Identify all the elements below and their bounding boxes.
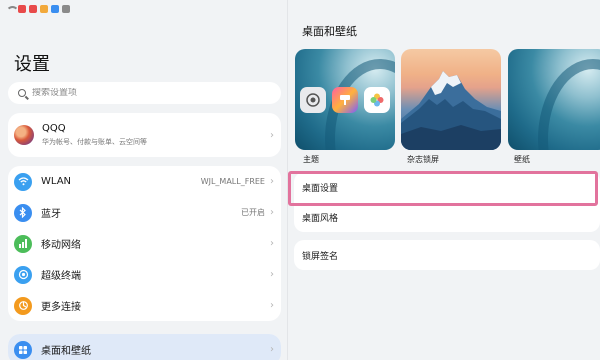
section-title: 桌面和壁纸 xyxy=(302,25,357,38)
sidebar-item-label: 桌面和壁纸 xyxy=(41,346,91,357)
chevron-right-icon: › xyxy=(270,238,274,249)
wifi-network-name: WJL_MALL_FREE xyxy=(200,177,265,186)
wifi-icon xyxy=(14,172,32,191)
sidebar-item-mobile-network[interactable]: 移动网络 › xyxy=(8,228,281,259)
chevron-right-icon: › xyxy=(270,129,274,141)
search-icon xyxy=(18,89,26,97)
thumbnail-label: 杂志锁屏 xyxy=(407,155,439,164)
chevron-right-icon: › xyxy=(270,300,274,311)
sidebar-item-label: 蓝牙 xyxy=(41,209,61,220)
account-row[interactable]: QQQ 华为帐号、付款与账单、云空间等 › xyxy=(8,113,281,157)
account-subtitle: 华为帐号、付款与账单、云空间等 xyxy=(42,138,147,146)
sidebar-item-wlan[interactable]: WLAN WJL_MALL_FREE › xyxy=(8,166,281,197)
notification-icon xyxy=(62,5,70,13)
settings-app-icon xyxy=(300,87,326,113)
desktop-style-row[interactable]: 桌面风格 xyxy=(294,202,600,232)
chevron-right-icon: › xyxy=(270,344,274,355)
thumbnail-label: 壁纸 xyxy=(514,155,530,164)
connections-card: WLAN WJL_MALL_FREE › 蓝牙 已开启 › 移动网络 › 超级终… xyxy=(8,166,281,321)
chevron-right-icon: › xyxy=(270,176,274,187)
search-bar[interactable] xyxy=(8,82,281,104)
theme-app-icon xyxy=(332,87,358,113)
lock-options-card: 锁屏签名 xyxy=(294,240,600,270)
sidebar-item-bluetooth[interactable]: 蓝牙 已开启 › xyxy=(8,197,281,228)
mobile-network-icon xyxy=(14,234,32,253)
sidebar-item-label: 超级终端 xyxy=(41,271,81,282)
wallpaper-thumbnail[interactable] xyxy=(508,49,600,150)
sidebar-item-desktop-wallpaper[interactable]: 桌面和壁纸 › xyxy=(8,334,281,360)
avatar xyxy=(14,125,34,145)
sidebar-item-label: 更多连接 xyxy=(41,302,81,313)
search-input[interactable] xyxy=(32,88,252,98)
super-device-icon xyxy=(14,265,32,284)
display-card: 桌面和壁纸 › xyxy=(8,334,281,360)
status-bar xyxy=(6,3,70,15)
page-title: 设置 xyxy=(14,54,50,75)
account-name: QQQ xyxy=(42,123,66,134)
sidebar-item-super-device[interactable]: 超级终端 › xyxy=(8,259,281,290)
magazine-lock-thumbnail[interactable] xyxy=(401,49,501,150)
chevron-right-icon: › xyxy=(270,207,274,218)
bluetooth-icon xyxy=(14,203,32,222)
gallery-app-icon xyxy=(364,87,390,113)
sidebar-item-label: WLAN xyxy=(41,176,72,187)
wifi-status-icon xyxy=(6,5,19,13)
highlight-box xyxy=(288,171,598,206)
theme-thumbnail[interactable] xyxy=(295,49,395,150)
wallpaper-arc-shape xyxy=(538,59,600,150)
more-connections-icon xyxy=(14,296,32,315)
settings-sidebar: 设置 QQQ 华为帐号、付款与账单、云空间等 › WLAN WJL_MALL_F… xyxy=(0,0,288,360)
account-card[interactable]: QQQ 华为帐号、付款与账单、云空间等 › xyxy=(8,113,281,157)
mountain-image xyxy=(401,71,501,150)
sidebar-item-more-connections[interactable]: 更多连接 › xyxy=(8,290,281,321)
bluetooth-status: 已开启 xyxy=(241,208,265,217)
lock-screen-signature-row[interactable]: 锁屏签名 xyxy=(294,240,600,270)
notification-icon xyxy=(40,5,48,13)
notification-icon xyxy=(18,5,26,13)
desktop-wallpaper-icon xyxy=(14,340,32,359)
sidebar-item-label: 移动网络 xyxy=(41,240,81,251)
notification-icon xyxy=(29,5,37,13)
thumbnail-label: 主题 xyxy=(303,155,319,164)
chevron-right-icon: › xyxy=(270,269,274,280)
notification-icon xyxy=(51,5,59,13)
